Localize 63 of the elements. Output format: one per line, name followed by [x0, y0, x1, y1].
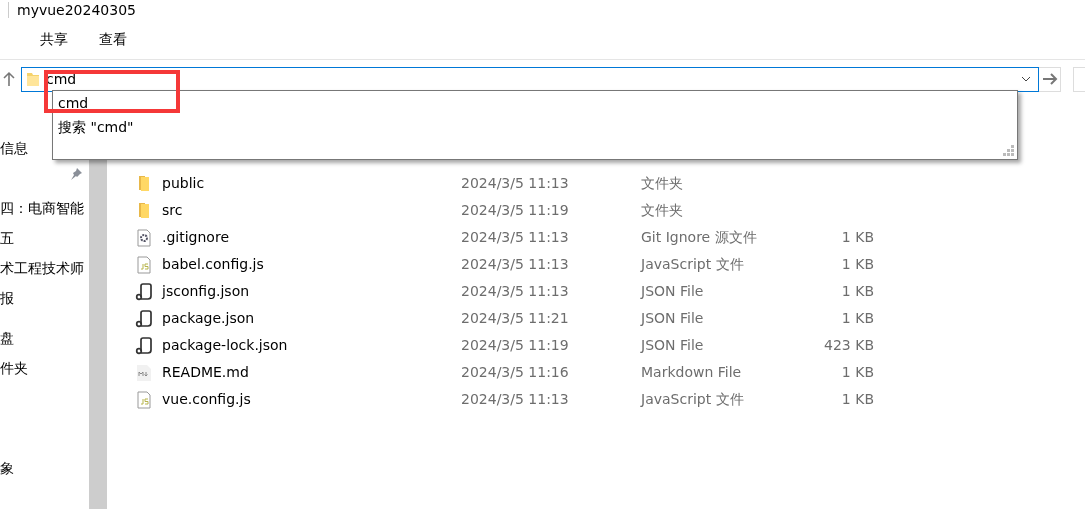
sidebar-item[interactable]: 五: [0, 223, 89, 253]
file-size: 1 KB: [840, 282, 874, 301]
file-name[interactable]: package.json: [162, 308, 461, 329]
file-date: 2024/3/5 11:21: [461, 309, 570, 328]
file-name[interactable]: public: [162, 173, 461, 194]
file-name[interactable]: .gitignore: [162, 227, 461, 248]
suggestion-item[interactable]: 搜索 "cmd": [53, 117, 139, 137]
file-type: JavaScript 文件: [641, 255, 745, 274]
script-file-icon: [135, 309, 153, 328]
sidebar-item[interactable]: 报: [0, 283, 89, 313]
file-date: 2024/3/5 11:19: [461, 201, 570, 220]
sidebar-item[interactable]: 盘: [0, 323, 89, 353]
sidebar-item[interactable]: 术工程技术师: [0, 253, 89, 283]
file-size: 1 KB: [840, 363, 874, 382]
file-size: 1 KB: [840, 255, 874, 274]
file-date: 2024/3/5 11:13: [461, 228, 570, 247]
script-file-icon: [135, 282, 153, 301]
file-name[interactable]: jsconfig.json: [162, 281, 461, 302]
file-type: 文件夹: [641, 201, 684, 220]
ribbon-tab[interactable]: 共享: [40, 29, 68, 50]
file-size: 1 KB: [840, 309, 874, 328]
file-date: 2024/3/5 11:16: [461, 363, 570, 382]
go-button[interactable]: [1039, 66, 1061, 92]
right-arrow-icon: [1041, 72, 1058, 86]
sidebar-item[interactable]: 四：电商智能: [0, 193, 89, 223]
up-arrow-icon[interactable]: [2, 71, 16, 87]
ribbon-tab[interactable]: 查看: [99, 29, 127, 50]
folder-icon: [139, 176, 149, 191]
file-type: Git Ignore 源文件: [641, 228, 758, 247]
file-type: 文件夹: [641, 174, 684, 193]
pin-icon[interactable]: [69, 167, 83, 181]
script-file-icon: [135, 336, 153, 355]
file-name[interactable]: README.md: [162, 362, 461, 383]
file-type: JavaScript 文件: [641, 390, 745, 409]
file-name[interactable]: src: [162, 200, 461, 221]
window-title: myvue20240305: [17, 0, 136, 20]
file-size: 1 KB: [840, 390, 874, 409]
file-date: 2024/3/5 11:13: [461, 255, 570, 274]
js-file-icon: [135, 255, 153, 274]
folder-icon: [26, 71, 40, 87]
js-file-icon: [135, 390, 153, 409]
sidebar-item[interactable]: 件夹: [0, 353, 89, 383]
file-date: 2024/3/5 11:19: [461, 336, 570, 355]
file-name[interactable]: babel.config.js: [162, 254, 461, 275]
file-type: Markdown File: [641, 363, 743, 382]
suggestion-item[interactable]: cmd: [53, 93, 94, 113]
file-size: 1 KB: [840, 228, 874, 247]
file-date: 2024/3/5 11:13: [461, 282, 570, 301]
file-name[interactable]: vue.config.js: [162, 389, 461, 410]
gear-file-icon: [135, 228, 153, 247]
file-type: JSON File: [641, 282, 705, 301]
file-name[interactable]: package-lock.json: [162, 335, 461, 356]
file-date: 2024/3/5 11:13: [461, 390, 570, 409]
sidebar-item[interactable]: 象: [0, 453, 89, 483]
resize-grip-icon[interactable]: [1003, 145, 1014, 156]
folder-icon: [139, 203, 149, 218]
file-type: JSON File: [641, 336, 705, 355]
file-size: 423 KB: [823, 336, 874, 355]
file-date: 2024/3/5 11:13: [461, 174, 570, 193]
chevron-down-icon[interactable]: [1020, 75, 1033, 83]
search-field[interactable]: [1073, 66, 1085, 92]
markdown-file-icon: [135, 363, 153, 382]
file-type: JSON File: [641, 309, 705, 328]
